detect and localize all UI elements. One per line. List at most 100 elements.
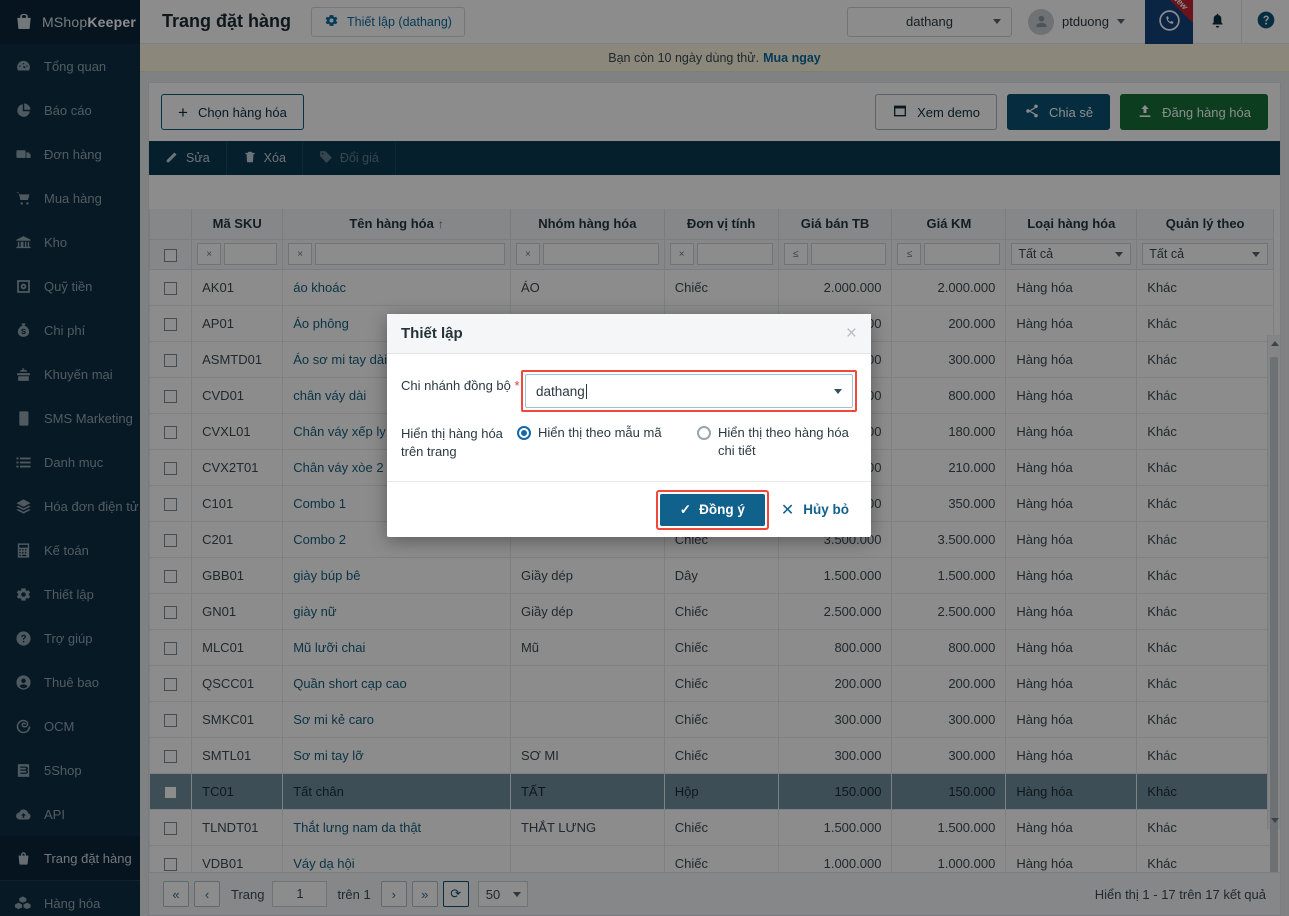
row-checkbox[interactable] bbox=[164, 461, 178, 475]
col-header-type[interactable]: Loại hàng hóa bbox=[1005, 209, 1138, 240]
table-row[interactable]: VDB01 Váy dạ hội Chiếc 1.000.000 1.000.000 Hà… bbox=[149, 844, 1274, 872]
share-button[interactable]: Chia sẻ bbox=[1007, 94, 1111, 130]
view-demo-button[interactable]: Xem demo bbox=[875, 94, 997, 130]
next-page-button[interactable]: › bbox=[380, 881, 407, 907]
publish-goods-button[interactable]: Đăng hàng hóa bbox=[1120, 94, 1268, 130]
filter-op-group[interactable]: × bbox=[515, 243, 540, 265]
row-checkbox[interactable] bbox=[164, 821, 178, 835]
choose-goods-button[interactable]: + Chọn hàng hóa bbox=[161, 94, 304, 130]
cancel-button[interactable]: ✕ Hủy bỏ bbox=[781, 500, 855, 520]
sidebar-item-5shop[interactable]: 5Shop bbox=[0, 748, 140, 792]
row-checkbox[interactable] bbox=[164, 749, 178, 763]
setup-button[interactable]: Thiết lập (dathang) bbox=[311, 6, 465, 37]
close-icon[interactable]: × bbox=[846, 324, 857, 343]
filter-input-price[interactable] bbox=[810, 243, 887, 265]
row-checkbox[interactable] bbox=[164, 713, 178, 727]
product-name-link[interactable]: Sơ mi tay lỡ bbox=[293, 748, 364, 763]
page-size-select[interactable]: 50 bbox=[477, 881, 528, 907]
sidebar-item-tong-quan[interactable]: Tổng quan bbox=[0, 44, 140, 88]
sidebar-item-thue-bao[interactable]: Thuê bao bbox=[0, 660, 140, 704]
user-menu[interactable]: ptduong bbox=[1028, 8, 1131, 35]
scrollbar-thumb[interactable] bbox=[1270, 357, 1278, 872]
row-checkbox[interactable] bbox=[164, 497, 178, 511]
filter-input-group[interactable] bbox=[542, 243, 659, 265]
table-row[interactable]: SMTL01 Sơ mi tay lỡ SƠ MI Chiếc 300.000 300.0… bbox=[149, 736, 1274, 774]
branch-selector[interactable]: dathang bbox=[847, 6, 1012, 37]
sidebar-item-hang-hoa[interactable]: Hàng hóa bbox=[0, 881, 140, 916]
sidebar-item-danh-muc[interactable]: Danh mục bbox=[0, 440, 140, 484]
filter-input-sku[interactable] bbox=[224, 243, 278, 265]
row-checkbox[interactable] bbox=[164, 857, 178, 871]
product-name-link[interactable]: chân váy dài bbox=[293, 388, 366, 403]
table-row[interactable]: AK01 áo khoác ÁO Chiếc 2.000.000 2.000.000 Hàn… bbox=[149, 268, 1274, 306]
sidebar-item-quy-tien[interactable]: Quỹ tiền bbox=[0, 264, 140, 308]
filter-op-sku[interactable]: × bbox=[197, 243, 222, 265]
product-name-link[interactable]: Combo 1 bbox=[293, 496, 346, 511]
sidebar-item-hoa-don-dien-tu[interactable]: Hóa đơn điện tử bbox=[0, 484, 140, 528]
product-name-link[interactable]: Chân váy xếp ly bbox=[293, 424, 386, 439]
sidebar-item-bao-cao[interactable]: Báo cáo bbox=[0, 88, 140, 132]
row-checkbox[interactable] bbox=[164, 425, 178, 439]
sidebar-item-mua-hang[interactable]: Mua hàng bbox=[0, 176, 140, 220]
table-row[interactable]: GN01 giày nữ Giầy dép Chiếc 2.500.000 2.500.0… bbox=[149, 592, 1274, 630]
sidebar-item-api[interactable]: API bbox=[0, 792, 140, 836]
brand-logo[interactable]: MShopKeeper bbox=[0, 0, 140, 44]
last-page-button[interactable]: » bbox=[411, 881, 438, 907]
filter-op-unit[interactable]: × bbox=[669, 243, 694, 265]
sidebar-item-thiet-lap[interactable]: Thiết lập bbox=[0, 572, 140, 616]
select-all-checkbox[interactable] bbox=[164, 248, 178, 262]
filter-op-name[interactable]: × bbox=[288, 243, 313, 265]
product-name-link[interactable]: Thắt lưng nam da thật bbox=[293, 820, 421, 835]
row-checkbox[interactable] bbox=[164, 281, 178, 295]
filter-input-unit[interactable] bbox=[696, 243, 773, 265]
col-header-unit[interactable]: Đơn vị tính bbox=[663, 209, 779, 240]
filter-select-type[interactable]: Tất cả bbox=[1011, 243, 1132, 265]
prev-page-button[interactable]: ‹ bbox=[194, 881, 220, 907]
sidebar-item-khuyen-mai[interactable]: Khuyến mại bbox=[0, 352, 140, 396]
scroll-down-icon[interactable] bbox=[1271, 818, 1279, 823]
product-name-link[interactable]: Váy dạ hội bbox=[293, 856, 354, 871]
col-header-promo-price[interactable]: Giá KM bbox=[891, 209, 1007, 240]
row-checkbox[interactable] bbox=[164, 533, 178, 547]
filter-input-name[interactable] bbox=[315, 243, 505, 265]
table-row[interactable]: QSCC01 Quần short cạp cao Chiếc 200.000 200.… bbox=[149, 664, 1274, 702]
sidebar-item-ke-toan[interactable]: Kế toán bbox=[0, 528, 140, 572]
col-header-price[interactable]: Giá bán TB bbox=[777, 209, 893, 240]
sidebar-item-don-hang[interactable]: Đơn hàng bbox=[0, 132, 140, 176]
table-row[interactable]: MLC01 Mũ lưỡi chai Mũ Chiếc 800.000 800.000 Hà… bbox=[149, 628, 1274, 666]
row-checkbox[interactable] bbox=[164, 641, 178, 655]
confirm-button[interactable]: ✓ Đồng ý bbox=[659, 493, 765, 526]
row-checkbox[interactable] bbox=[164, 317, 178, 331]
radio-display-by-model[interactable]: Hiển thị theo mẫu mã bbox=[517, 424, 677, 460]
filter-op-price[interactable]: ≤ bbox=[783, 243, 808, 265]
sidebar-item-ocm[interactable]: OCM bbox=[0, 704, 140, 748]
sidebar-item-tro-giup[interactable]: Trợ giúp bbox=[0, 616, 140, 660]
first-page-button[interactable]: « bbox=[163, 881, 189, 907]
support-call-button[interactable]: New bbox=[1145, 0, 1193, 44]
product-name-link[interactable]: giày búp bê bbox=[293, 568, 360, 583]
row-checkbox[interactable] bbox=[164, 785, 178, 799]
product-name-link[interactable]: giày nữ bbox=[293, 604, 336, 619]
delete-button[interactable]: Xóa bbox=[227, 141, 303, 175]
row-checkbox[interactable] bbox=[164, 677, 178, 691]
row-checkbox[interactable] bbox=[164, 389, 178, 403]
filter-input-promo[interactable] bbox=[924, 243, 1001, 265]
table-row[interactable]: SMKC01 Sơ mi kẻ caro Chiếc 300.000 300.000 Hà… bbox=[149, 700, 1274, 738]
help-button[interactable] bbox=[1241, 0, 1289, 44]
table-row[interactable]: TC01 Tất chân TẤT Hộp 150.000 150.000 Hàng hóa… bbox=[149, 772, 1274, 810]
refresh-button[interactable]: ⟳ bbox=[442, 881, 469, 907]
branch-sync-select[interactable]: dathang bbox=[525, 374, 853, 408]
scroll-up-icon[interactable] bbox=[1271, 341, 1279, 346]
col-header-group[interactable]: Nhóm hàng hóa bbox=[509, 209, 665, 240]
product-name-link[interactable]: Áo phông bbox=[293, 316, 349, 331]
col-header-sku[interactable]: Mã SKU bbox=[191, 209, 284, 240]
radio-display-by-detail[interactable]: Hiển thị theo hàng hóa chi tiết bbox=[697, 424, 857, 460]
product-name-link[interactable]: Quần short cạp cao bbox=[293, 676, 406, 691]
sidebar-item-chi-phi[interactable]: Chi phí bbox=[0, 308, 140, 352]
product-name-link[interactable]: Sơ mi kẻ caro bbox=[293, 712, 374, 727]
product-name-link[interactable]: áo khoác bbox=[293, 280, 346, 295]
edit-button[interactable]: Sửa bbox=[149, 141, 227, 175]
col-header-name[interactable]: Tên hàng hóa ↑ bbox=[282, 209, 511, 240]
sidebar-item-sms-marketing[interactable]: SMS Marketing bbox=[0, 396, 140, 440]
col-header-manage-by[interactable]: Quản lý theo bbox=[1136, 209, 1274, 240]
